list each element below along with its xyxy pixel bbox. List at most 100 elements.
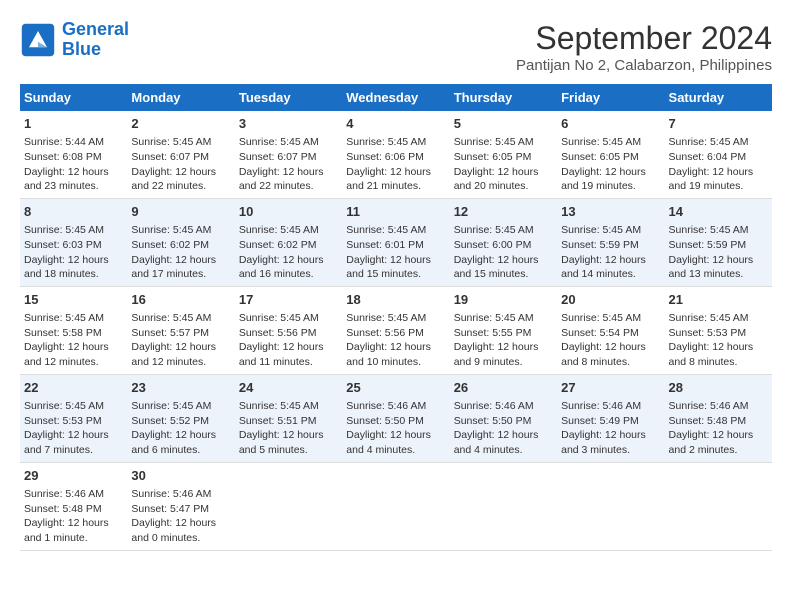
calendar-cell: 6Sunrise: 5:45 AMSunset: 6:05 PMDaylight… — [557, 111, 664, 198]
daylight-text: Daylight: 12 hours and 4 minutes. — [346, 428, 445, 457]
sunrise-text: Sunrise: 5:46 AM — [346, 399, 445, 414]
sunrise-text: Sunrise: 5:46 AM — [131, 487, 230, 502]
daylight-text: Daylight: 12 hours and 22 minutes. — [239, 165, 338, 194]
day-number: 1 — [24, 115, 123, 133]
day-number: 15 — [24, 291, 123, 309]
sunrise-text: Sunrise: 5:45 AM — [346, 311, 445, 326]
sunrise-text: Sunrise: 5:45 AM — [454, 135, 553, 150]
day-number: 6 — [561, 115, 660, 133]
daylight-text: Daylight: 12 hours and 17 minutes. — [131, 253, 230, 282]
calendar-cell: 20Sunrise: 5:45 AMSunset: 5:54 PMDayligh… — [557, 286, 664, 374]
sunrise-text: Sunrise: 5:45 AM — [239, 399, 338, 414]
daylight-text: Daylight: 12 hours and 8 minutes. — [561, 340, 660, 369]
sunset-text: Sunset: 5:48 PM — [669, 414, 768, 429]
sunrise-text: Sunrise: 5:45 AM — [24, 223, 123, 238]
day-number: 26 — [454, 379, 553, 397]
sunrise-text: Sunrise: 5:45 AM — [454, 311, 553, 326]
day-number: 24 — [239, 379, 338, 397]
calendar-cell: 28 Sunrise: 5:46 AMSunset: 5:48 PMDayligh… — [665, 374, 772, 462]
sunrise-text: Sunrise: 5:45 AM — [561, 223, 660, 238]
calendar-cell: 11Sunrise: 5:45 AMSunset: 6:01 PMDayligh… — [342, 198, 449, 286]
sunrise-text: Sunrise: 5:45 AM — [561, 311, 660, 326]
daylight-text: Daylight: 12 hours and 6 minutes. — [131, 428, 230, 457]
week-row-4: 22Sunrise: 5:45 AMSunset: 5:53 PMDayligh… — [20, 374, 772, 462]
day-number: 30 — [131, 467, 230, 485]
day-number: 21 — [669, 291, 768, 309]
sunset-text: Sunset: 5:56 PM — [346, 326, 445, 341]
sunrise-text: Sunrise: 5:45 AM — [24, 399, 123, 414]
daylight-text: Daylight: 12 hours and 1 minute. — [24, 516, 123, 545]
daylight-text: Daylight: 12 hours and 19 minutes. — [669, 165, 768, 194]
page-header: General Blue September 2024 Pantijan No … — [20, 20, 772, 74]
calendar-cell: 17Sunrise: 5:45 AMSunset: 5:56 PMDayligh… — [235, 286, 342, 374]
sunset-text: Sunset: 6:01 PM — [346, 238, 445, 253]
calendar-cell — [665, 462, 772, 550]
day-number: 22 — [24, 379, 123, 397]
week-row-2: 8Sunrise: 5:45 AMSunset: 6:03 PMDaylight… — [20, 198, 772, 286]
calendar-cell: 2Sunrise: 5:45 AMSunset: 6:07 PMDaylight… — [127, 111, 234, 198]
calendar-cell: 8Sunrise: 5:45 AMSunset: 6:03 PMDaylight… — [20, 198, 127, 286]
day-number: 4 — [346, 115, 445, 133]
header-friday: Friday — [557, 84, 664, 111]
sunset-text: Sunset: 5:47 PM — [131, 502, 230, 517]
calendar-cell: 10Sunrise: 5:45 AMSunset: 6:02 PMDayligh… — [235, 198, 342, 286]
calendar-cell: 4Sunrise: 5:45 AMSunset: 6:06 PMDaylight… — [342, 111, 449, 198]
day-number: 8 — [24, 203, 123, 221]
sunset-text: Sunset: 6:02 PM — [131, 238, 230, 253]
sunset-text: Sunset: 6:02 PM — [239, 238, 338, 253]
calendar-cell: 1Sunrise: 5:44 AMSunset: 6:08 PMDaylight… — [20, 111, 127, 198]
sunset-text: Sunset: 6:08 PM — [24, 150, 123, 165]
daylight-text: Daylight: 12 hours and 9 minutes. — [454, 340, 553, 369]
day-number: 23 — [131, 379, 230, 397]
sunset-text: Sunset: 6:04 PM — [669, 150, 768, 165]
calendar-cell: 21Sunrise: 5:45 AMSunset: 5:53 PMDayligh… — [665, 286, 772, 374]
day-number: 2 — [131, 115, 230, 133]
calendar-cell: 22 Sunrise: 5:45 AMSunset: 5:53 PMDayligh… — [20, 374, 127, 462]
sunrise-text: Sunrise: 5:45 AM — [239, 135, 338, 150]
logo-line1: General — [62, 19, 129, 39]
sunset-text: Sunset: 5:50 PM — [454, 414, 553, 429]
header-sunday: Sunday — [20, 84, 127, 111]
calendar-cell: 18Sunrise: 5:45 AMSunset: 5:56 PMDayligh… — [342, 286, 449, 374]
sunrise-text: Sunrise: 5:45 AM — [346, 223, 445, 238]
sunset-text: Sunset: 5:53 PM — [24, 414, 123, 429]
day-number: 17 — [239, 291, 338, 309]
calendar-cell: 30Sunrise: 5:46 AMSunset: 5:47 PMDayligh… — [127, 462, 234, 550]
sunset-text: Sunset: 5:49 PM — [561, 414, 660, 429]
sunrise-text: Sunrise: 5:45 AM — [454, 223, 553, 238]
day-number: 20 — [561, 291, 660, 309]
calendar-cell: 16Sunrise: 5:45 AMSunset: 5:57 PMDayligh… — [127, 286, 234, 374]
daylight-text: Daylight: 12 hours and 10 minutes. — [346, 340, 445, 369]
daylight-text: Daylight: 12 hours and 7 minutes. — [24, 428, 123, 457]
sunset-text: Sunset: 5:53 PM — [669, 326, 768, 341]
daylight-text: Daylight: 12 hours and 8 minutes. — [669, 340, 768, 369]
daylight-text: Daylight: 12 hours and 15 minutes. — [454, 253, 553, 282]
calendar-cell: 12Sunrise: 5:45 AMSunset: 6:00 PMDayligh… — [450, 198, 557, 286]
calendar-cell: 26Sunrise: 5:46 AMSunset: 5:50 PMDayligh… — [450, 374, 557, 462]
sunset-text: Sunset: 5:48 PM — [24, 502, 123, 517]
calendar-cell: 7Sunrise: 5:45 AMSunset: 6:04 PMDaylight… — [665, 111, 772, 198]
sunset-text: Sunset: 6:00 PM — [454, 238, 553, 253]
week-row-3: 15Sunrise: 5:45 AMSunset: 5:58 PMDayligh… — [20, 286, 772, 374]
day-number: 14 — [669, 203, 768, 221]
sunset-text: Sunset: 5:59 PM — [669, 238, 768, 253]
sunset-text: Sunset: 5:52 PM — [131, 414, 230, 429]
sunrise-text: Sunrise: 5:46 AM — [669, 399, 768, 414]
day-number: 28 — [669, 379, 768, 397]
calendar-table: SundayMondayTuesdayWednesdayThursdayFrid… — [20, 84, 772, 551]
sunrise-text: Sunrise: 5:45 AM — [669, 223, 768, 238]
day-number: 7 — [669, 115, 768, 133]
sunset-text: Sunset: 5:55 PM — [454, 326, 553, 341]
header-wednesday: Wednesday — [342, 84, 449, 111]
week-row-5: 29Sunrise: 5:46 AMSunset: 5:48 PMDayligh… — [20, 462, 772, 550]
header-monday: Monday — [127, 84, 234, 111]
calendar-cell: 24Sunrise: 5:45 AMSunset: 5:51 PMDayligh… — [235, 374, 342, 462]
sunrise-text: Sunrise: 5:45 AM — [239, 311, 338, 326]
sunrise-text: Sunrise: 5:46 AM — [454, 399, 553, 414]
sunrise-text: Sunrise: 5:45 AM — [131, 135, 230, 150]
calendar-cell: 13Sunrise: 5:45 AMSunset: 5:59 PMDayligh… — [557, 198, 664, 286]
calendar-cell: 23 Sunrise: 5:45 AMSunset: 5:52 PMDayligh… — [127, 374, 234, 462]
daylight-text: Daylight: 12 hours and 2 minutes. — [669, 428, 768, 457]
sunrise-text: Sunrise: 5:45 AM — [131, 399, 230, 414]
sunrise-text: Sunrise: 5:45 AM — [131, 223, 230, 238]
